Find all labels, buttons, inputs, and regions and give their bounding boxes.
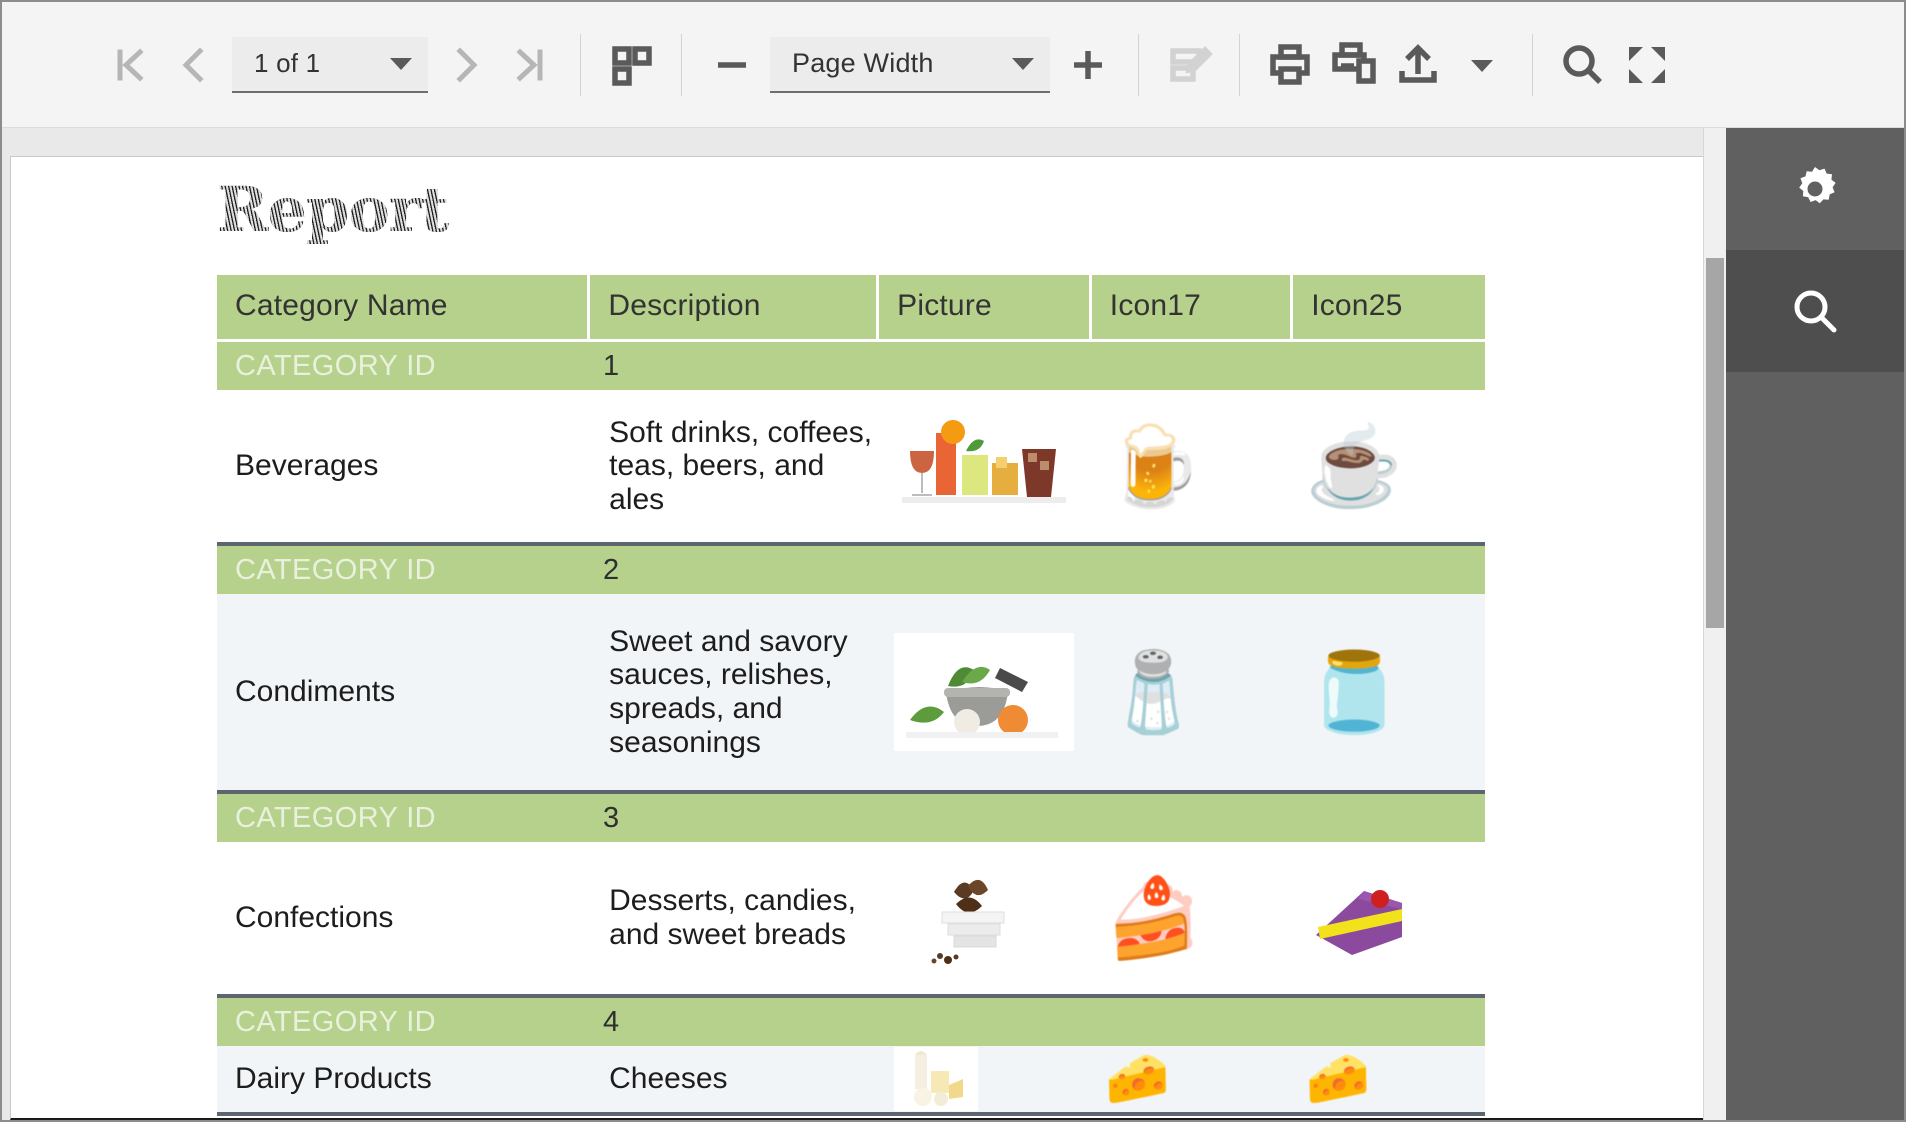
side-panel <box>1726 128 1904 1120</box>
search-button[interactable] <box>1551 28 1615 102</box>
toolbar-divider <box>580 33 581 96</box>
cheese-and-milk-photo <box>893 1047 978 1111</box>
chocolate-cake-slice-icon: 🍰 <box>1105 874 1203 962</box>
cell-icon25: 🧀 <box>1292 1046 1486 1112</box>
edit-report-button[interactable] <box>1157 28 1221 102</box>
cell-picture <box>880 842 1092 994</box>
teacup-icon: ☕ <box>1305 422 1403 510</box>
print-button[interactable] <box>1258 28 1322 102</box>
column-header-category-name: Category Name <box>217 275 588 339</box>
export-button[interactable] <box>1386 28 1450 102</box>
page-layout-button[interactable] <box>599 28 663 102</box>
cell-description: Sweet and savory sauces, relishes, sprea… <box>609 624 848 759</box>
cell-picture <box>880 594 1092 790</box>
mortar-and-pestle-photo <box>893 633 1074 751</box>
toolbar-divider <box>1239 33 1240 96</box>
group-label: CATEGORY ID <box>235 553 436 586</box>
group-value: 3 <box>603 801 620 834</box>
report-viewer-window: 1 of 1 Page Width Report Category Name D… <box>0 0 1906 1122</box>
chevron-down-icon <box>390 57 412 70</box>
group-label: CATEGORY ID <box>235 349 436 382</box>
column-header-icon25: Icon25 <box>1293 275 1485 339</box>
column-header-description: Description <box>590 275 877 339</box>
salt-shaker-icon: 🧂 <box>1105 648 1203 736</box>
cell-category-name: Condiments <box>235 675 396 709</box>
table-row: Condiments Sweet and savory sauces, reli… <box>217 594 1485 794</box>
cell-category-name: Dairy Products <box>235 1062 432 1096</box>
previous-page-button[interactable] <box>162 28 226 102</box>
column-header-icon17: Icon17 <box>1091 275 1291 339</box>
group-header-row: CATEGORY ID 1 <box>217 342 1485 390</box>
cheese-wedge-icon: 🧀 <box>1305 1050 1371 1108</box>
scrollbar-thumb[interactable] <box>1706 258 1724 628</box>
page-number-select[interactable]: 1 of 1 <box>232 36 428 93</box>
group-label: CATEGORY ID <box>235 801 436 834</box>
page-scroll-area[interactable]: Report Category Name Description Picture… <box>2 128 1778 1120</box>
print-multiple-button[interactable] <box>1322 28 1386 102</box>
vertical-scrollbar[interactable] <box>1703 128 1726 1120</box>
cell-icon17: 🧂 <box>1091 594 1291 790</box>
cell-description: Cheeses <box>609 1062 728 1096</box>
page-number-value: 1 of 1 <box>254 48 321 78</box>
gear-icon <box>1799 167 1836 204</box>
viewer-area: Report Category Name Description Picture… <box>2 128 1904 1120</box>
toolbar-divider <box>1532 33 1533 96</box>
group-value: 2 <box>603 553 620 586</box>
cell-category-name: Confections <box>235 901 394 935</box>
toolbar-divider <box>1138 33 1139 96</box>
toolbar: 1 of 1 Page Width <box>2 2 1904 128</box>
zoom-level-select[interactable]: Page Width <box>770 36 1050 93</box>
cheese-wedge-icon: 🧀 <box>1105 1050 1171 1108</box>
cell-picture <box>880 390 1092 542</box>
search-icon <box>1794 290 1837 333</box>
page-navigation-group: 1 of 1 <box>98 28 562 102</box>
cell-description: Soft drinks, coffees, teas, beers, and a… <box>609 415 873 516</box>
toolbar-divider <box>681 33 682 96</box>
purple-cake-slice-icon <box>1315 890 1402 955</box>
assorted-cocktails-photo <box>893 407 1074 525</box>
more-options-button[interactable] <box>1450 28 1514 102</box>
zoom-in-button[interactable] <box>1056 28 1120 102</box>
zoom-out-button[interactable] <box>700 28 764 102</box>
side-panel-search-button[interactable] <box>1726 250 1904 372</box>
group-header-row: CATEGORY ID 4 <box>217 998 1485 1046</box>
cell-description: Desserts, candies, and sweet breads <box>609 884 856 951</box>
cell-icon25 <box>1292 842 1486 994</box>
fullscreen-button[interactable] <box>1615 28 1679 102</box>
report-table: Category Name Description Picture Icon17… <box>217 275 1485 1116</box>
table-row: Confections Desserts, candies, and sweet… <box>217 842 1485 998</box>
beer-mug-icon: 🍺 <box>1105 422 1203 510</box>
report-title-container: Report <box>11 157 1777 275</box>
table-row: Beverages Soft drinks, coffees, teas, be… <box>217 390 1485 546</box>
group-header-row: CATEGORY ID 3 <box>217 794 1485 842</box>
table-header-row: Category Name Description Picture Icon17… <box>217 275 1485 339</box>
cell-icon17: 🧀 <box>1091 1046 1291 1112</box>
table-row: Dairy Products Cheeses 🧀 🧀 <box>217 1046 1485 1116</box>
column-header-picture: Picture <box>879 275 1089 339</box>
chocolate-truffles-photo <box>893 859 1074 977</box>
first-page-button[interactable] <box>98 28 162 102</box>
group-value: 4 <box>603 1005 620 1038</box>
group-value: 1 <box>603 349 620 382</box>
group-header-row: CATEGORY ID 2 <box>217 546 1485 594</box>
spice-jars-icon: 🫙 <box>1305 648 1403 736</box>
chevron-down-icon <box>1012 57 1034 70</box>
zoom-level-value: Page Width <box>792 48 934 78</box>
page-title: Report <box>217 179 452 249</box>
cell-icon17: 🍰 <box>1091 842 1291 994</box>
cell-icon25: ☕ <box>1292 390 1486 542</box>
side-panel-parameters-button[interactable] <box>1726 128 1904 250</box>
last-page-button[interactable] <box>498 28 562 102</box>
cell-category-name: Beverages <box>235 449 379 483</box>
group-label: CATEGORY ID <box>235 1005 436 1038</box>
report-page: Report Category Name Description Picture… <box>10 156 1778 1120</box>
cell-icon25: 🫙 <box>1292 594 1486 790</box>
cell-icon17: 🍺 <box>1091 390 1291 542</box>
cell-picture <box>880 1046 1092 1112</box>
next-page-button[interactable] <box>434 28 498 102</box>
